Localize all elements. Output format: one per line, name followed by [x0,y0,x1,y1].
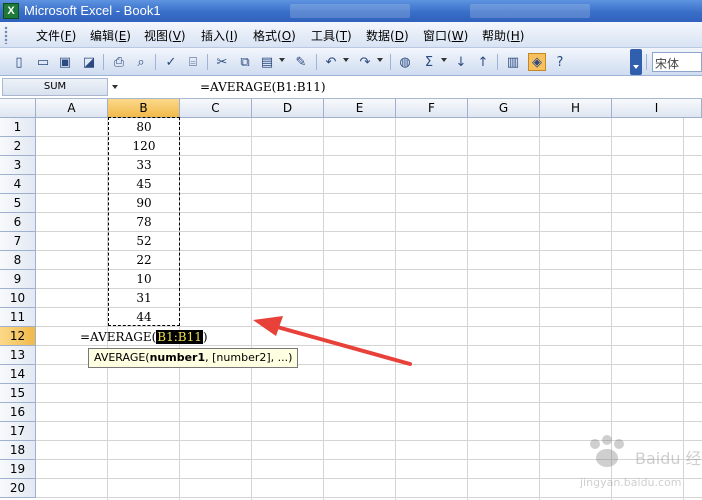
menu-insert[interactable]: 插入(I) [201,27,238,44]
menu-format[interactable]: 格式(O) [253,27,296,44]
baidu-jingyan-watermark: Baidu 经验 jingyan.baidu.com [579,435,700,489]
menu-file[interactable]: 文件(F) [36,27,76,44]
formula-suffix: ) [202,330,208,344]
toolbar-grip[interactable] [4,26,8,44]
row-header[interactable]: 2 [0,137,36,156]
row-header[interactable]: 14 [0,365,36,384]
name-box[interactable]: SUM [2,78,108,96]
watermark-url: jingyan.baidu.com [579,476,682,489]
row-header[interactable]: 19 [0,460,36,479]
permission-icon[interactable]: ◪ [80,53,98,71]
cut-icon[interactable]: ✂ [213,53,231,71]
row-header[interactable]: 6 [0,213,36,232]
row-header[interactable]: 7 [0,232,36,251]
column-header-i[interactable]: I [612,99,702,118]
open-icon[interactable]: ▭ [34,53,52,71]
column-header-f[interactable]: F [396,99,468,118]
sort-descending-icon[interactable]: ↑ [474,53,492,71]
function-tooltip[interactable]: AVERAGE(number1, [number2], ...) [88,348,299,368]
tooltip-arg-rest: , [number2], ...) [205,351,293,364]
tooltip-function: AVERAGE( [94,351,150,364]
column-header-c[interactable]: C [180,99,252,118]
menu-view[interactable]: 视图(V) [144,27,186,44]
background-window-ghost [470,4,590,18]
row-header-active[interactable]: 12 [0,327,36,346]
menu-window[interactable]: 窗口(W) [423,27,468,44]
chart-wizard-icon[interactable]: ▥ [504,53,522,71]
toolbar-separator [316,54,317,70]
row-header[interactable]: 15 [0,384,36,403]
research-icon[interactable]: ⌸ [184,53,202,71]
row-header[interactable]: 20 [0,479,36,498]
standard-toolbar: ▯ ▭ ▣ ◪ ⎙ ⌕ ✓ ⌸ ✂ ⧉ ▤ ✎ ↶ ↷ ◍ Σ ↓ ↑ ▥ ◈ … [0,48,702,76]
name-box-dropdown-icon[interactable] [112,85,118,89]
undo-icon[interactable]: ↶ [322,53,340,71]
active-cell-editor[interactable]: =AVERAGE(B1:B11) [80,330,208,344]
sort-ascending-icon[interactable]: ↓ [452,53,470,71]
row-header[interactable]: 8 [0,251,36,270]
redo-icon[interactable]: ↷ [356,53,374,71]
help-icon[interactable]: ? [551,53,569,71]
watermark-text: Baidu 经验 [635,449,700,468]
tooltip-arg-current: number1 [149,351,206,364]
save-icon[interactable]: ▣ [56,53,74,71]
formula-bar: SUM =AVERAGE(B1:B11) [0,77,702,99]
column-header-h[interactable]: H [540,99,612,118]
row-header[interactable]: 10 [0,289,36,308]
drawing-icon[interactable]: ◈ [528,53,546,71]
autosum-icon[interactable]: Σ [420,53,438,71]
column-header-e[interactable]: E [324,99,396,118]
undo-dropdown-icon[interactable] [343,58,349,62]
row-header[interactable]: 13 [0,346,36,365]
column-header-a[interactable]: A [36,99,108,118]
copy-range-marquee [108,117,180,326]
menu-edit[interactable]: 编辑(E) [90,27,131,44]
menu-help[interactable]: 帮助(H) [482,27,524,44]
column-header-d[interactable]: D [252,99,324,118]
print-preview-icon[interactable]: ⌕ [132,53,150,71]
hyperlink-icon[interactable]: ◍ [396,53,414,71]
toolbar-separator [155,54,156,70]
autosum-dropdown-icon[interactable] [441,58,447,62]
window-title: Microsoft Excel - Book1 [24,3,161,18]
redo-dropdown-icon[interactable] [377,58,383,62]
formula-input[interactable]: =AVERAGE(B1:B11) [200,80,326,94]
column-header-g[interactable]: G [468,99,540,118]
menu-tools[interactable]: 工具(T) [311,27,352,44]
toolbar-separator [103,54,104,70]
menu-bar: 文件(F) 编辑(E) 视图(V) 插入(I) 格式(O) 工具(T) 数据(D… [0,22,702,48]
formula-range-highlight: B1:B11 [156,330,203,344]
row-header[interactable]: 1 [0,118,36,137]
excel-app-icon[interactable]: X [3,3,19,19]
row-header[interactable]: 5 [0,194,36,213]
title-bar: X Microsoft Excel - Book1 [0,0,702,22]
new-icon[interactable]: ▯ [10,53,28,71]
formula-prefix: =AVERAGE( [80,330,157,344]
font-name-box[interactable]: 宋体 [652,52,702,72]
paste-icon[interactable]: ▤ [258,53,276,71]
print-icon[interactable]: ⎙ [110,53,128,71]
toolbar-options-icon[interactable] [630,49,642,75]
paste-dropdown-icon[interactable] [279,58,285,62]
select-all-corner[interactable] [0,99,36,118]
toolbar-separator [497,54,498,70]
toolbar-separator [646,54,647,70]
toolbar-separator [207,54,208,70]
row-header[interactable]: 3 [0,156,36,175]
row-header[interactable]: 16 [0,403,36,422]
row-header[interactable]: 18 [0,441,36,460]
row-header[interactable]: 9 [0,270,36,289]
toolbar-separator [390,54,391,70]
row-header[interactable]: 11 [0,308,36,327]
column-header-b[interactable]: B [108,99,180,118]
format-painter-icon[interactable]: ✎ [292,53,310,71]
background-window-ghost [290,4,410,18]
menu-data[interactable]: 数据(D) [366,27,409,44]
row-header[interactable]: 4 [0,175,36,194]
spelling-icon[interactable]: ✓ [162,53,180,71]
copy-icon[interactable]: ⧉ [236,53,254,71]
row-header[interactable]: 17 [0,422,36,441]
